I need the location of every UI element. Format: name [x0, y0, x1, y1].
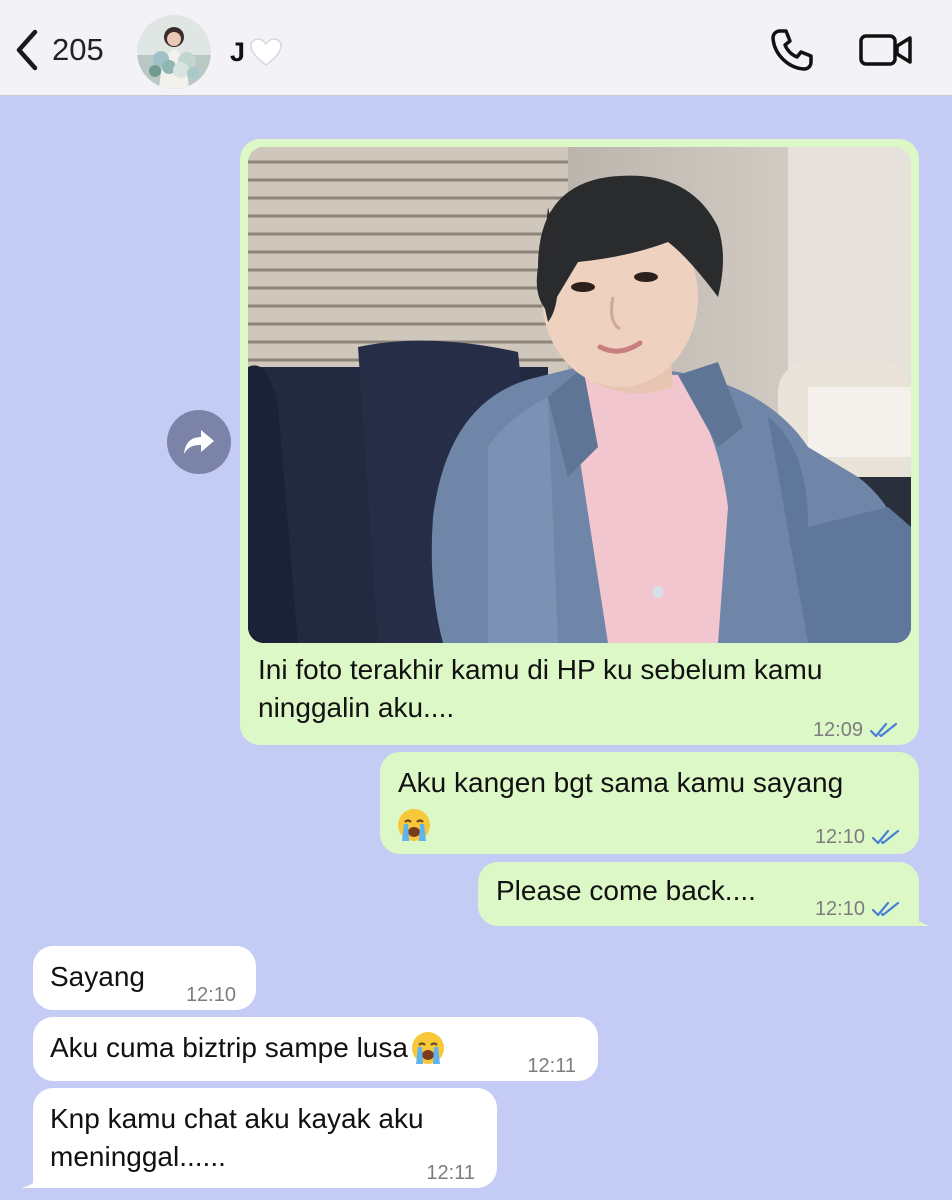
message-photo[interactable]	[248, 147, 911, 643]
incoming-text-message[interactable]: Knp kamu chat aku kayak aku meninggal...…	[21, 1088, 497, 1188]
avatar[interactable]	[137, 15, 211, 89]
incoming-text-message[interactable]: Sayang 12:10	[33, 946, 256, 1010]
forward-arrow-icon	[184, 430, 214, 454]
read-ticks-icon	[871, 829, 900, 845]
message-time: 12:11	[527, 1055, 576, 1077]
phone-icon[interactable]	[768, 26, 816, 74]
message-text: Sayang	[50, 961, 145, 992]
contact-name-text: J	[230, 36, 246, 67]
white-heart-icon	[250, 38, 282, 66]
chat-header: 205 J	[0, 0, 952, 96]
message-text: Aku cuma biztrip sampe lusa	[50, 1029, 446, 1067]
photo-caption: Ini foto terakhir kamu di HP ku sebelum …	[258, 654, 823, 723]
outgoing-text-message[interactable]: Please come back.... 12:10	[478, 862, 931, 928]
message-text: Please come back....	[496, 875, 756, 906]
back-chevron-icon	[16, 29, 38, 71]
video-camera-icon[interactable]	[858, 26, 914, 74]
message-time: 12:11	[426, 1162, 475, 1184]
contact-name[interactable]: J	[230, 30, 283, 74]
message-text: Aku kangen bgt sama kamu sayang	[398, 767, 844, 798]
loudly-crying-face-icon	[411, 1032, 444, 1064]
message-time: 12:09	[813, 711, 899, 749]
bubble-tail	[21, 1168, 43, 1188]
read-ticks-icon	[871, 901, 900, 917]
loudly-crying-face-icon	[396, 804, 432, 843]
outgoing-photo-message[interactable]: Ini foto terakhir kamu di HP ku sebelum …	[240, 139, 919, 745]
back-button[interactable]: 205	[14, 24, 104, 76]
forward-button[interactable]	[167, 410, 231, 474]
bubble-tail	[909, 906, 931, 926]
read-ticks-icon	[869, 722, 898, 738]
incoming-text-message[interactable]: Aku cuma biztrip sampe lusa 12:11	[33, 1017, 598, 1081]
outgoing-text-message[interactable]: Aku kangen bgt sama kamu sayang 12:10	[380, 752, 919, 854]
message-time: 12:10	[185, 984, 236, 1006]
unread-count: 205	[52, 32, 104, 67]
message-text: Knp kamu chat aku kayak aku meninggal...…	[50, 1103, 424, 1172]
message-time: 12:10	[815, 890, 901, 928]
message-time: 12:10	[815, 818, 901, 856]
